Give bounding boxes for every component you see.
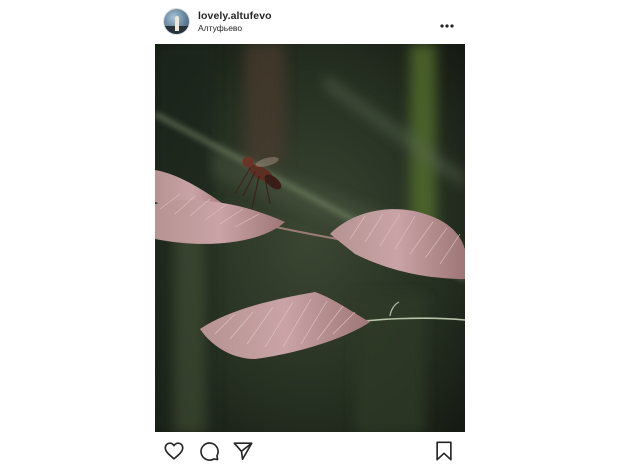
post-photo[interactable] <box>155 44 465 432</box>
post-actions-bar <box>155 432 465 465</box>
share-icon[interactable] <box>232 440 254 462</box>
user-avatar[interactable] <box>164 9 189 34</box>
post-header: lovely.altufevo Алтуфьево <box>155 0 465 44</box>
username-link[interactable]: lovely.altufevo <box>198 10 272 22</box>
more-options-icon[interactable] <box>439 17 455 28</box>
bookmark-icon[interactable] <box>433 440 455 462</box>
instagram-post: lovely.altufevo Алтуфьево <box>155 0 465 465</box>
comment-icon[interactable] <box>198 440 220 462</box>
heart-icon[interactable] <box>163 440 185 462</box>
location-link[interactable]: Алтуфьево <box>198 23 242 33</box>
